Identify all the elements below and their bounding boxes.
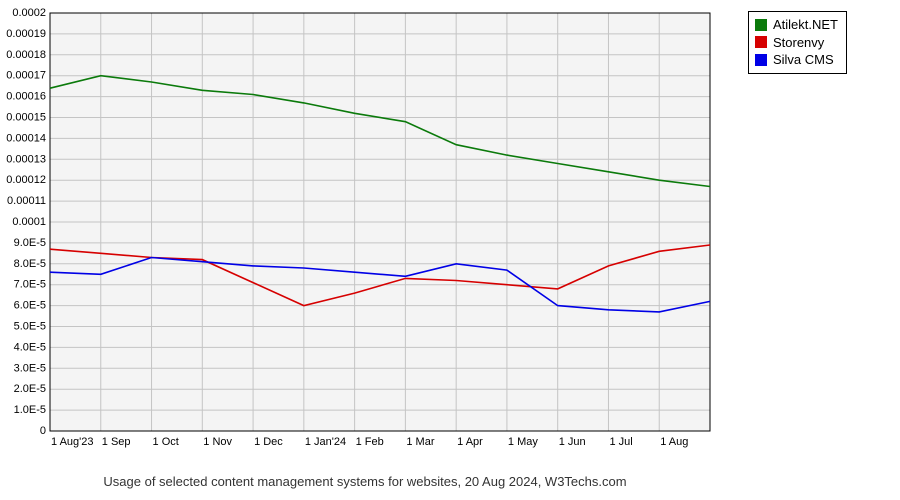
y-tick-label: 0.00013 xyxy=(6,153,46,165)
x-tick-label: 1 Mar xyxy=(406,436,434,448)
line-chart: 0 1.0E-5 2.0E-5 3.0E-5 4.0E-5 5.0E-5 6.0E-5 7.0… xyxy=(5,5,725,465)
y-tick-label: 0.00019 xyxy=(6,28,46,40)
x-tick-label: 1 Apr xyxy=(457,436,483,448)
legend-swatch xyxy=(755,36,767,48)
y-tick-label: 0.00014 xyxy=(6,132,46,144)
y-tick-label: 7.0E-5 xyxy=(14,279,46,291)
x-tick-label: 1 Aug'23 xyxy=(51,436,93,448)
x-tick-label: 1 Jan'24 xyxy=(305,436,346,448)
y-tick-label: 0.00017 xyxy=(6,70,46,82)
x-tick-label: 1 Dec xyxy=(254,436,283,448)
y-tick-label: 1.0E-5 xyxy=(14,404,46,416)
legend-item: Silva CMS xyxy=(755,51,838,69)
legend-label: Storenvy xyxy=(773,34,824,52)
x-tick-label: 1 Jun xyxy=(559,436,586,448)
y-tick-label: 3.0E-5 xyxy=(14,362,46,374)
legend-item: Storenvy xyxy=(755,34,838,52)
y-tick-label: 0.0001 xyxy=(12,216,46,228)
y-tick-label: 8.0E-5 xyxy=(14,258,46,270)
x-tick-label: 1 Feb xyxy=(356,436,384,448)
legend-label: Atilekt.NET xyxy=(773,16,838,34)
y-tick-label: 0 xyxy=(40,425,46,437)
x-tick-label: 1 Sep xyxy=(102,436,131,448)
y-tick-label: 5.0E-5 xyxy=(14,321,46,333)
legend-label: Silva CMS xyxy=(773,51,834,69)
chart-container: 0 1.0E-5 2.0E-5 3.0E-5 4.0E-5 5.0E-5 6.0E-5 7.0… xyxy=(5,5,895,495)
x-tick-label: 1 Jul xyxy=(609,436,632,448)
y-tick-label: 0.00016 xyxy=(6,91,46,103)
y-tick-label: 4.0E-5 xyxy=(14,341,46,353)
y-tick-label: 6.0E-5 xyxy=(14,300,46,312)
y-tick-label: 0.00012 xyxy=(6,174,46,186)
x-tick-label: 1 May xyxy=(508,436,538,448)
y-tick-label: 0.00018 xyxy=(6,49,46,61)
x-tick-label: 1 Nov xyxy=(203,436,232,448)
legend-swatch xyxy=(755,54,767,66)
y-tick-label: 0.0002 xyxy=(12,7,46,19)
y-tick-label: 9.0E-5 xyxy=(14,237,46,249)
x-tick-label: 1 Oct xyxy=(153,436,179,448)
chart-caption: Usage of selected content management sys… xyxy=(5,474,725,489)
y-tick-label: 2.0E-5 xyxy=(14,383,46,395)
y-tick-label: 0.00011 xyxy=(7,195,46,207)
y-tick-label: 0.00015 xyxy=(6,112,46,124)
legend-swatch xyxy=(755,19,767,31)
legend: Atilekt.NETStorenvySilva CMS xyxy=(748,11,847,74)
legend-item: Atilekt.NET xyxy=(755,16,838,34)
x-tick-label: 1 Aug xyxy=(660,436,688,448)
